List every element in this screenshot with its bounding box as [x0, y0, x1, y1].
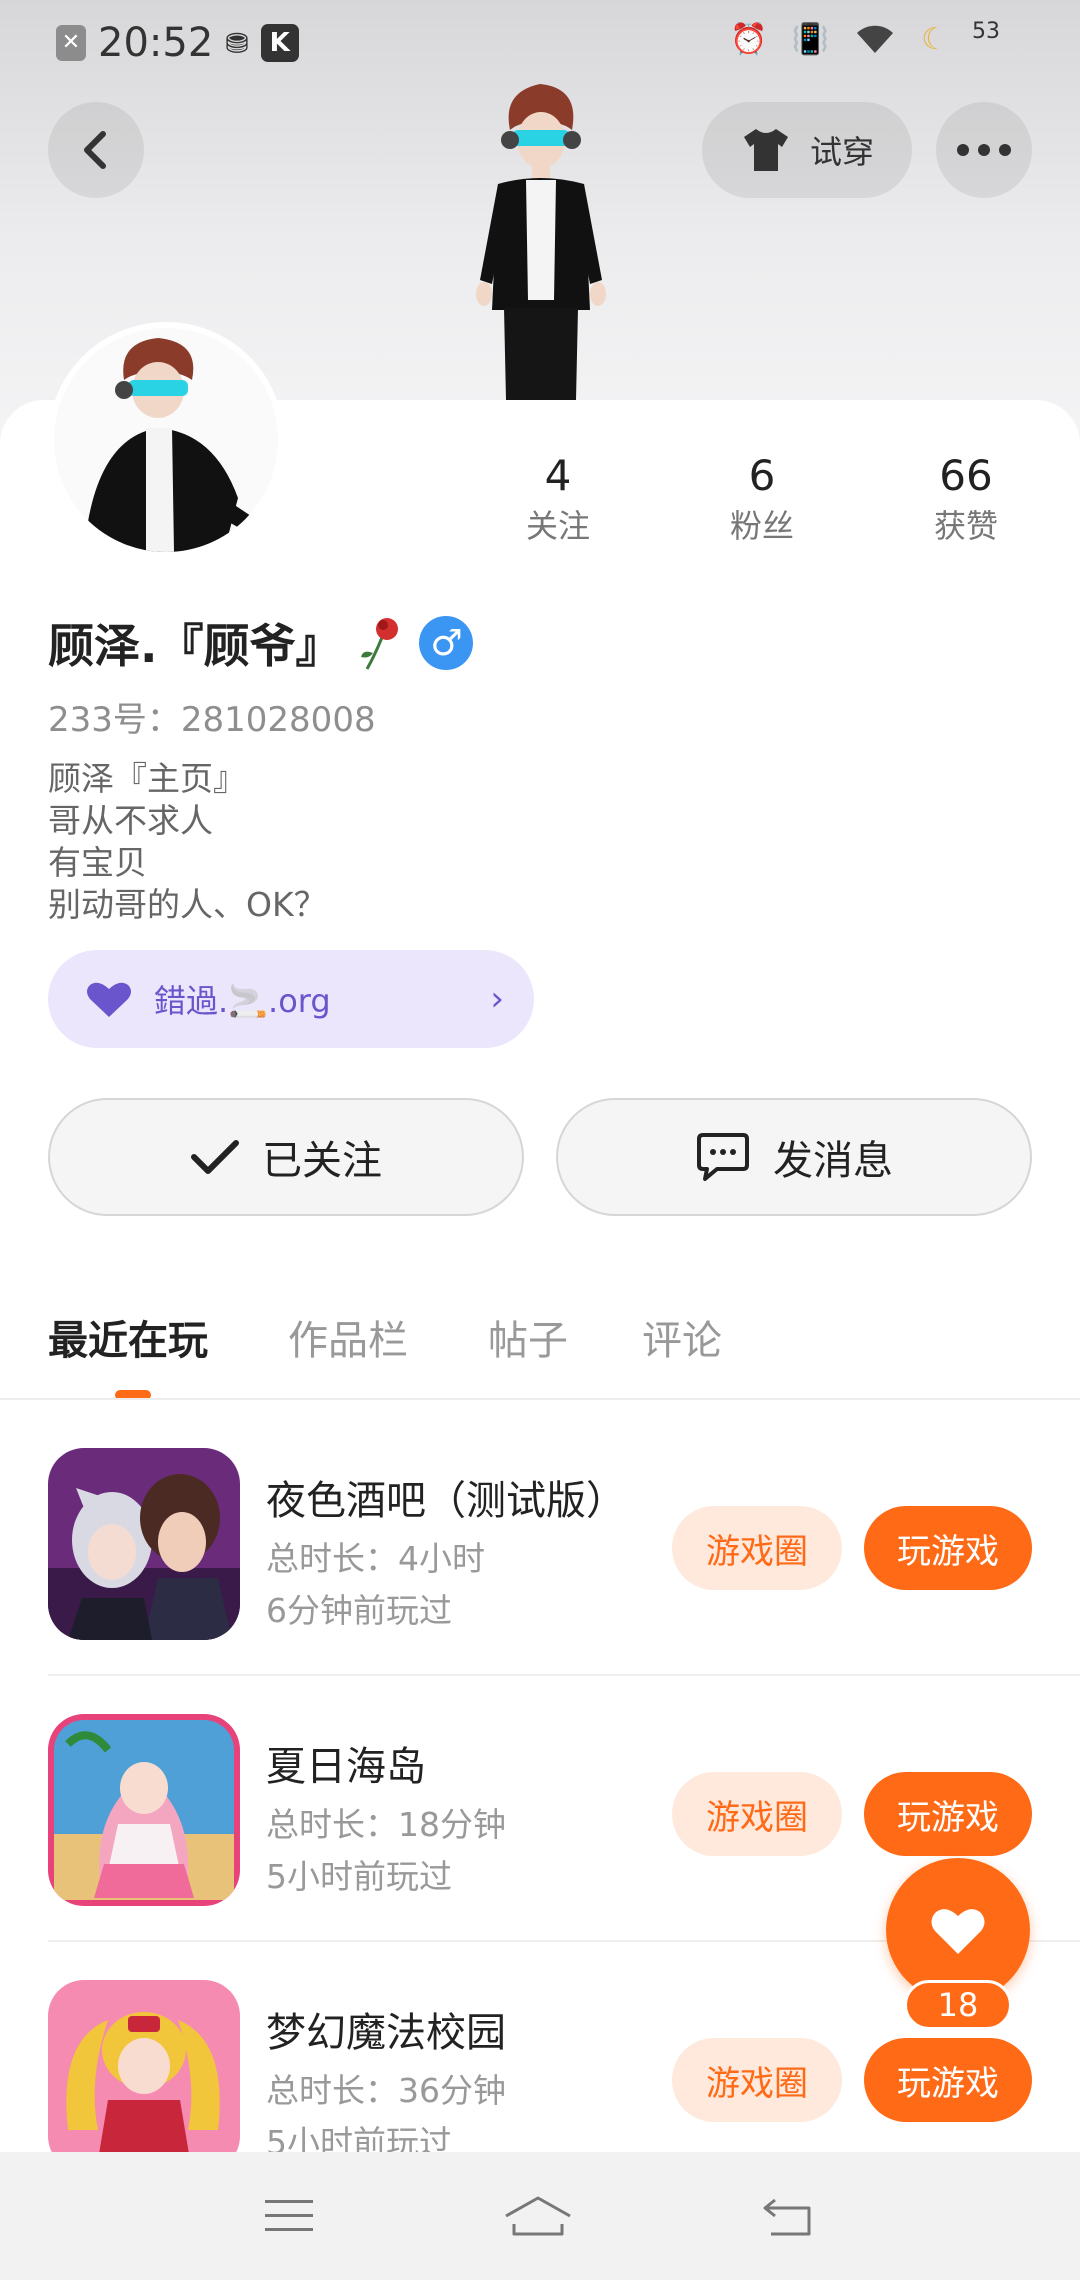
- game-title: 夏日海岛: [266, 1744, 426, 1790]
- message-button[interactable]: 发消息: [556, 1098, 1032, 1216]
- stat-likes[interactable]: 66 获赞: [886, 448, 1046, 548]
- avatar[interactable]: [48, 322, 284, 558]
- alarm-icon: ⏰: [730, 22, 768, 57]
- profile-name: 顾泽.『顾爷』: [48, 619, 342, 673]
- followers-label: 粉丝: [729, 507, 794, 545]
- row-divider: [48, 1674, 1080, 1676]
- game-duration: 总时长：18分钟: [266, 1805, 506, 1844]
- following-label: 关注: [525, 507, 590, 545]
- game-icon-art: [48, 1448, 240, 1640]
- game-title: 梦幻魔法校园: [266, 2010, 506, 2056]
- chevron-right-icon: ›: [490, 979, 504, 1019]
- heart-icon: [931, 1909, 985, 1954]
- tab-posts[interactable]: 帖子: [488, 1308, 568, 1366]
- game-row[interactable]: 夏日海岛 总时长：18分钟 5小时前玩过 游戏圈 玩游戏: [48, 1714, 1032, 1910]
- game-circle-button[interactable]: 游戏圈: [672, 2038, 842, 2122]
- game-icon-art: [48, 1714, 240, 1906]
- chevron-left-icon: [84, 131, 106, 169]
- game-title: 夜色酒吧（测试版）: [266, 1478, 626, 1524]
- heart-icon: [87, 982, 131, 1017]
- name-row: 顾泽.『顾爷』 ♂: [48, 610, 474, 676]
- stat-following[interactable]: 4 关注: [478, 448, 638, 548]
- user-id[interactable]: 233号：281028008: [48, 692, 376, 741]
- notification-icon: ✕: [56, 25, 86, 61]
- vibrate-icon: 📳: [791, 22, 830, 57]
- status-bar: ✕ 20:52 ⛃ K ⏰ 📳 ☾ 53: [0, 0, 1080, 84]
- status-left: ✕ 20:52 ⛃ K: [56, 20, 299, 66]
- k-app-icon: K: [260, 24, 299, 62]
- like-count-badge: 18: [904, 1980, 1012, 2030]
- system-nav-bar: [0, 2152, 1080, 2280]
- check-icon: [191, 1140, 239, 1174]
- gender-male-icon: ♂: [419, 616, 474, 670]
- more-button[interactable]: [936, 102, 1032, 198]
- message-label: 发消息: [773, 1138, 893, 1184]
- profile-bio: 顾泽『主页』 哥从不求人 有宝贝 别动哥的人、OK？: [48, 758, 327, 926]
- tab-comments[interactable]: 评论: [642, 1308, 722, 1366]
- chat-bubble-icon: [697, 1133, 749, 1181]
- more-dots-icon: [957, 144, 969, 156]
- following-count: 4: [544, 451, 572, 500]
- status-time: 20:52: [98, 20, 214, 66]
- play-game-button[interactable]: 玩游戏: [864, 2038, 1032, 2122]
- game-circle-button[interactable]: 游戏圈: [672, 1506, 842, 1590]
- bio-line: 别动哥的人、OK？: [48, 885, 327, 924]
- home-icon[interactable]: [502, 2194, 574, 2238]
- battery-level: 53: [972, 19, 1000, 44]
- play-game-button[interactable]: 玩游戏: [864, 1506, 1032, 1590]
- back-arrow-icon[interactable]: [761, 2194, 817, 2238]
- game-icon[interactable]: [48, 1448, 240, 1640]
- more-dot: [999, 144, 1011, 156]
- game-row[interactable]: 梦幻魔法校园 总时长：36分钟 5小时前玩过 游戏圈 玩游戏: [48, 1980, 1032, 2176]
- likes-count: 66: [939, 451, 993, 500]
- game-duration: 总时长：36分钟: [266, 2071, 506, 2110]
- likes-label: 获赞: [933, 507, 998, 545]
- battery-icon: ☾: [921, 22, 948, 57]
- followers-count: 6: [748, 451, 776, 500]
- game-circle-button[interactable]: 游戏圈: [672, 1772, 842, 1856]
- character-figure: [476, 84, 606, 400]
- tabs-divider: [0, 1398, 1080, 1400]
- play-game-button[interactable]: 玩游戏: [864, 1772, 1032, 1856]
- bio-line: 哥从不求人: [48, 801, 213, 840]
- tab-works[interactable]: 作品栏: [288, 1308, 408, 1366]
- stat-followers[interactable]: 6 粉丝: [682, 448, 842, 548]
- avatar-image: [54, 328, 278, 552]
- tab-bar: 最近在玩 作品栏 帖子 评论: [0, 1290, 1080, 1400]
- follow-button[interactable]: 已关注: [48, 1098, 524, 1216]
- follow-label: 已关注: [262, 1138, 382, 1184]
- more-dot: [978, 144, 990, 156]
- game-duration: 总时长：4小时: [266, 1539, 485, 1578]
- tab-recently-played[interactable]: 最近在玩: [48, 1308, 208, 1366]
- bio-line: 有宝贝: [48, 843, 147, 882]
- try-on-label: 试穿: [809, 133, 874, 171]
- wifi-icon: [857, 25, 894, 53]
- rose-icon: [361, 618, 399, 670]
- game-icon[interactable]: [48, 1714, 240, 1906]
- game-icon-art: [48, 1980, 240, 2172]
- bio-line: 顾泽『主页』: [48, 759, 246, 798]
- game-last-played: 5小时前玩过: [266, 1857, 452, 1896]
- game-row[interactable]: 夜色酒吧（测试版） 总时长：4小时 6分钟前玩过 游戏圈 玩游戏: [48, 1448, 1032, 1644]
- game-last-played: 6分钟前玩过: [266, 1591, 452, 1630]
- data-icon: ⛃: [225, 26, 249, 60]
- back-button[interactable]: [48, 102, 144, 198]
- game-icon[interactable]: [48, 1980, 240, 2172]
- menu-icon[interactable]: [263, 2196, 315, 2236]
- try-on-button[interactable]: 试穿: [702, 102, 912, 198]
- guild-chip[interactable]: 錯過.🚬.org ›: [48, 950, 534, 1048]
- tshirt-icon: [743, 129, 788, 171]
- status-right: ⏰ 📳 ☾ 53: [730, 19, 1000, 57]
- guild-name: 錯過.🚬.org: [154, 982, 331, 1020]
